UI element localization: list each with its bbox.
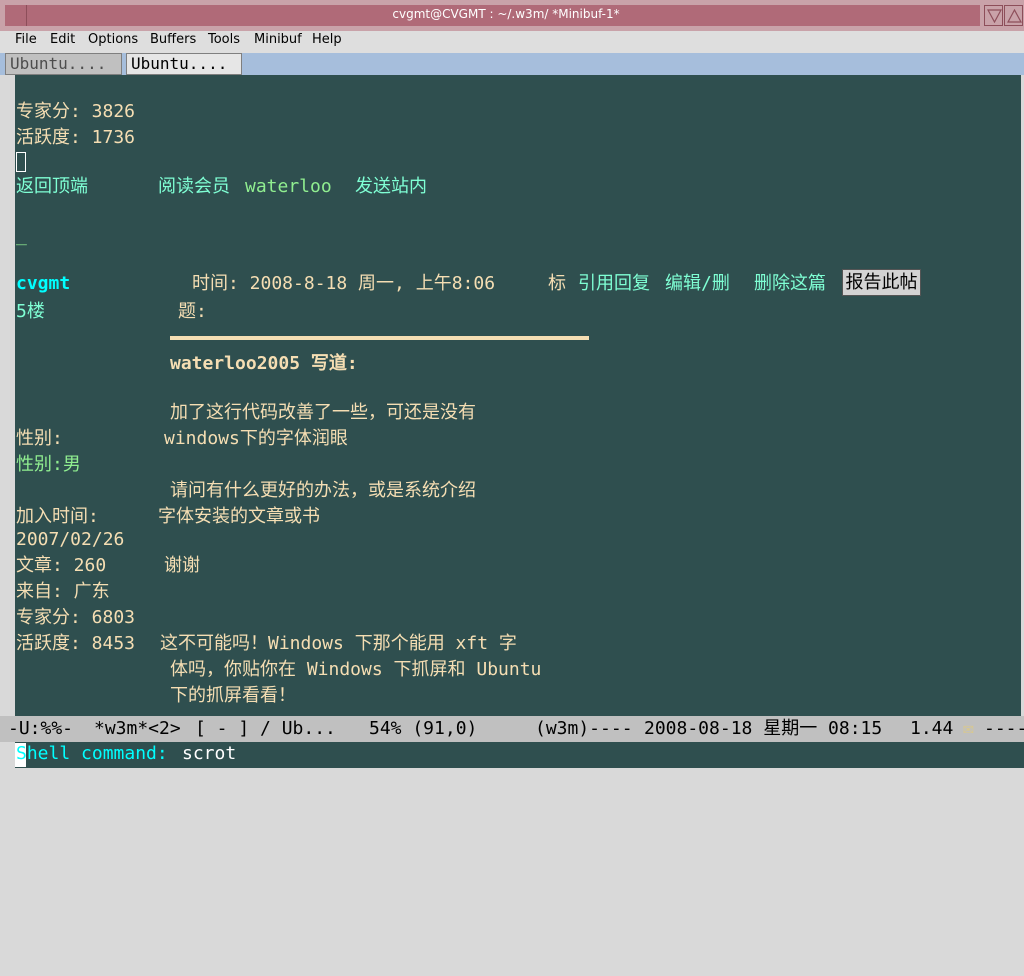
menu-edit[interactable]: Edit [50,32,75,47]
minibuffer-prompt: Shell command: [16,743,179,764]
modeline-flags: [ - ] / Ub... [195,718,336,739]
post-time: 时间: 2008-8-18 周一, 上午8:06 [192,273,496,294]
edit-delete-link[interactable]: 编辑/删 [665,273,730,295]
subject-label-a: 标 [548,273,566,294]
reply-line-2: 体吗，你贴你在 Windows 下抓屏和 Ubuntu [170,659,542,680]
quote-reply-link[interactable]: 引用回复 [578,273,650,295]
gender-value: 性别:男 [16,454,81,475]
menu-help[interactable]: Help [312,32,342,47]
modeline-status: -U:%%- [8,718,74,739]
quote-line-2: windows下的字体润眼 [164,428,348,449]
mode-line: -U:%%- *w3m*<2> [ - ] / Ub... 54% (91,0)… [0,716,1024,742]
quote-line-3: 请问有什么更好的办法，或是系统介绍 [170,480,476,501]
minibuffer-input[interactable]: scrot [182,742,236,766]
report-post-button[interactable]: 报告此帖 [842,269,921,296]
join-label: 加入时间: [16,506,99,527]
activity-1: 活跃度: 1736 [16,127,136,148]
menu-tools[interactable]: Tools [208,32,240,47]
activity-2: 活跃度: 8453 [16,633,136,654]
modeline-position: 54% (91,0) [369,718,478,739]
tab-ubuntu-2[interactable]: Ubuntu.... [126,53,242,75]
quote-header: waterloo2005 写道: [170,353,358,374]
modeline-datetime: 2008-08-18 星期一 08:15 [644,718,883,739]
menu-bar: File Edit Options Buffers Tools Minibuf … [0,31,1024,53]
join-date: 2007/02/26 [16,529,125,550]
link-back-to-top[interactable]: 返回顶端 [16,176,88,198]
quote-line-5: 谢谢 [164,555,200,576]
w3m-buffer[interactable]: 专家分: 3826 活跃度: 1736 返回顶端 阅读会员 waterloo 发… [0,75,1024,716]
tab-ubuntu-1[interactable]: Ubuntu.... [5,53,122,75]
maximize-button[interactable] [1004,5,1023,26]
menu-buffers[interactable]: Buffers [150,32,196,47]
minimize-button[interactable] [984,5,1003,26]
minibuffer-fringe [0,742,15,768]
modeline-load: 1.44 [910,718,954,739]
member-name: waterloo [245,176,332,197]
expert-score-2: 专家分: 6803 [16,607,136,628]
post-author: cvgmt [16,273,71,294]
reply-line-1: 这不可能吗！Windows 下那个能用 xft 字 [160,633,517,654]
expert-score-1: 专家分: 3826 [16,101,136,122]
link-send-message[interactable]: 发送站内 [355,176,427,198]
menu-minibuf[interactable]: Minibuf [254,32,302,47]
link-view-member[interactable]: 阅读会员 [158,176,230,198]
quote-line-4: 字体安装的文章或书 [158,506,320,527]
quote-divider [170,336,589,340]
modeline-tail: ---- [984,718,1024,739]
minibuffer[interactable]: Shell command: scrot [0,742,1024,768]
quote-line-1: 加了这行代码改善了一些，可还是没有 [170,402,476,423]
reply-line-3: 下的抓屏看看！ [170,685,296,706]
gender-label: 性别: [16,428,63,449]
tab-bar: Ubuntu.... Ubuntu.... [0,53,1024,75]
menu-file[interactable]: File [15,32,37,47]
delete-post-link[interactable]: 删除这篇 [754,273,826,295]
from-location: 来自: 广东 [16,581,110,602]
window-titlebar: cvgmt@CVGMT : ~/.w3m/ *Minibuf-1* [0,0,1024,31]
envelope-icon: ✉ [963,718,974,739]
subject-label-b: 题: [178,301,207,322]
menu-options[interactable]: Options [88,32,138,47]
post-floor: 5楼 [16,301,45,322]
maximize-icon [1007,9,1022,23]
modeline-mode[interactable]: (w3m)---- [535,716,633,742]
post-count: 文章: 260 [16,555,107,576]
underscore-link[interactable]: _ [16,225,27,247]
minimize-icon [987,9,1002,23]
window-title: cvgmt@CVGMT : ~/.w3m/ *Minibuf-1* [392,7,620,21]
left-fringe [0,75,15,716]
modeline-buffer-name[interactable]: *w3m*<2> [94,716,181,742]
text-cursor [16,152,26,172]
